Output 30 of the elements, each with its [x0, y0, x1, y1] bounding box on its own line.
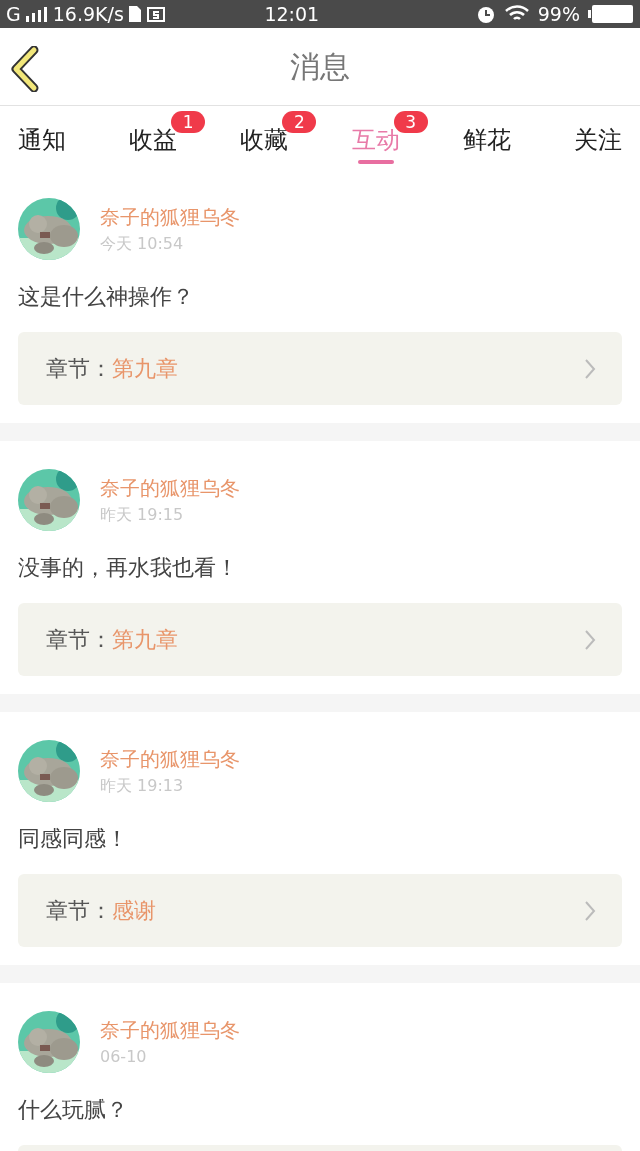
tab[interactable]: 关注	[569, 118, 626, 170]
comment-text: 没事的，再水我也看！	[18, 554, 239, 582]
chevron-right-icon	[584, 628, 596, 651]
page-title: 消息	[290, 48, 350, 86]
tab[interactable]: 鲜花	[458, 118, 515, 170]
comment-text: 这是什么神操作？	[18, 283, 195, 311]
chapter-link[interactable]: 章节：第九章	[18, 603, 622, 676]
clock-time: 12:01	[264, 2, 320, 25]
chapter-link[interactable]: 章节：第九章	[18, 332, 622, 405]
count-badge: 3	[393, 111, 428, 133]
battery-icon	[588, 4, 634, 24]
count-badge: 1	[171, 111, 206, 133]
sim-card-icon	[127, 5, 142, 23]
tab-indicator	[357, 160, 394, 164]
chapter-text: 章节：第九章	[46, 355, 179, 383]
battery-percent: 99%	[537, 2, 580, 27]
chapter-text: 章节：第九章	[46, 626, 179, 654]
chevron-right-icon	[584, 899, 596, 922]
screenshot-icon	[145, 5, 168, 23]
signal-icon	[24, 6, 49, 22]
tab[interactable]: 通知	[14, 118, 70, 170]
network-speed: 16.9K/s	[52, 2, 124, 27]
comment-text: 同感同感！	[18, 825, 129, 853]
network-type: G	[6, 2, 21, 27]
comment-text: 什么玩腻？	[18, 1096, 129, 1124]
back-button[interactable]	[10, 46, 40, 92]
chapter-text: 章节：感谢	[46, 897, 157, 925]
chapter-link[interactable]: 章节：感谢	[18, 874, 622, 947]
alarm-icon	[475, 4, 496, 24]
chevron-right-icon	[584, 357, 596, 380]
